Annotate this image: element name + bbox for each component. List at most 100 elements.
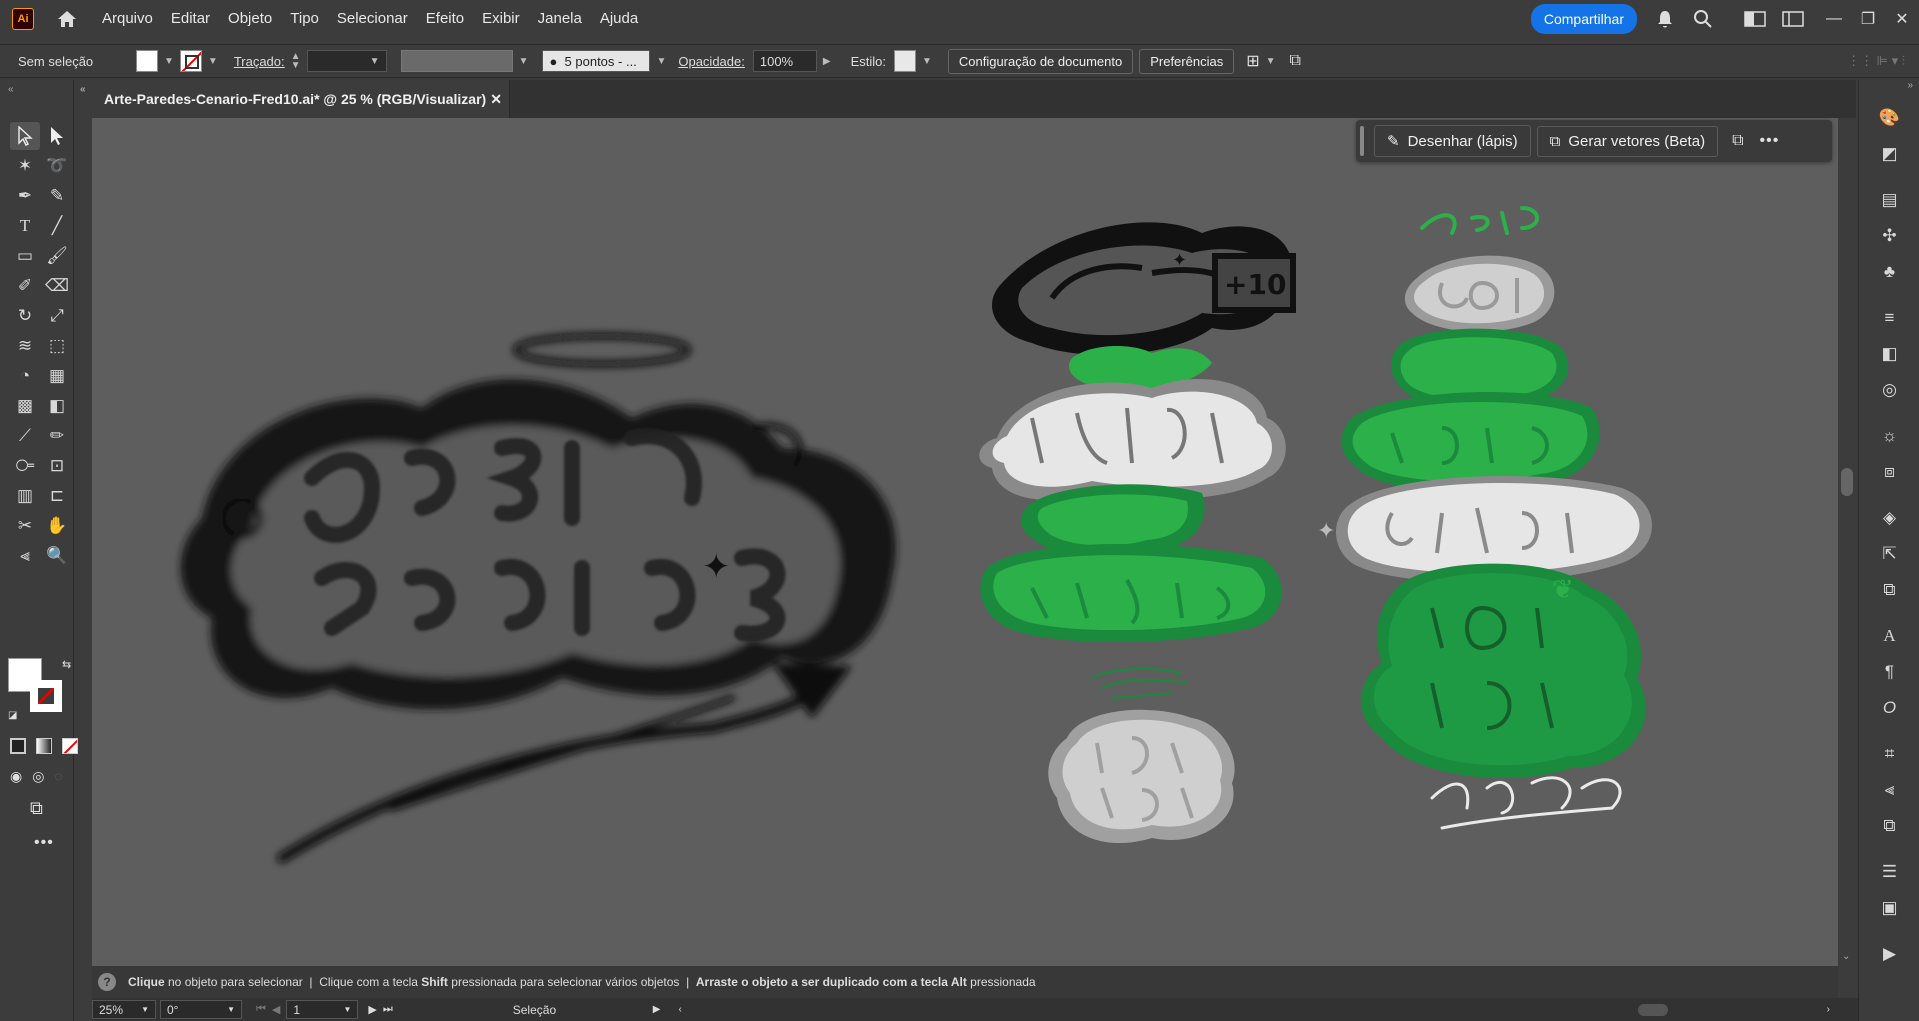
pen-tool-icon[interactable]: ✒ — [10, 182, 40, 210]
layers-panel-icon[interactable]: ◈ — [1859, 500, 1919, 536]
chevron-down-icon[interactable]: ⌄ — [1842, 951, 1850, 962]
menu-efeito[interactable]: Efeito — [426, 10, 464, 27]
rotation-dropdown[interactable]: 0° ▼ — [160, 1000, 242, 1019]
menu-tipo[interactable]: Tipo — [290, 10, 319, 27]
symbol-sprayer-tool-icon[interactable]: ⊡ — [42, 452, 72, 480]
libraries-panel-icon[interactable]: ▣ — [1859, 890, 1919, 926]
document-setup-button[interactable]: Configuração de documento — [947, 48, 1134, 74]
scroll-left-icon[interactable]: ‹ — [678, 1004, 681, 1015]
restore-icon[interactable]: ❐ — [1851, 9, 1885, 29]
vertical-scrollbar[interactable]: ⌄ — [1838, 118, 1856, 966]
artboard-canvas[interactable]: ✦ +10 ✦ ✦ ❦ — [92, 118, 1838, 966]
desim-pedidos-tag[interactable]: ✦ — [180, 333, 896, 863]
column-graph-tool-icon[interactable]: ▥ — [10, 482, 40, 510]
menu-ajuda[interactable]: Ajuda — [600, 10, 638, 27]
mesh-tool-icon[interactable]: ▩ — [10, 392, 40, 420]
none-mode-icon[interactable] — [62, 738, 78, 754]
gradient-mode-icon[interactable] — [36, 738, 52, 754]
desime-green-script[interactable] — [1420, 206, 1539, 235]
close-window-icon[interactable]: ✕ — [1885, 9, 1919, 29]
green-scribble[interactable] — [1091, 667, 1188, 699]
align-icon[interactable]: ⊞ — [1246, 51, 1259, 71]
close-tab-icon[interactable]: ✕ — [490, 91, 502, 108]
menu-objeto[interactable]: Objeto — [228, 10, 272, 27]
document-tab[interactable]: « Arte-Paredes-Cenario-Fred10.ai* @ 25 %… — [76, 80, 510, 118]
screen-mode-icon[interactable]: ⧉ — [30, 798, 43, 819]
more-tools-icon[interactable]: ••• — [34, 834, 54, 852]
joga-bola-grey-tag[interactable] — [1048, 709, 1235, 844]
properties-panel-icon[interactable]: ☰ — [1859, 854, 1919, 890]
lasso-tool-icon[interactable]: ➰ — [42, 152, 72, 180]
direct-selection-tool-icon[interactable] — [42, 122, 72, 150]
draw-behind-icon[interactable]: ◎ — [32, 768, 44, 785]
swatches-panel-icon[interactable]: ▤ — [1859, 182, 1919, 218]
type-tool-icon[interactable]: T — [10, 212, 40, 240]
shape-builder-tool-icon[interactable]: ◔ — [10, 362, 40, 390]
last-artboard-icon[interactable]: ⏭ — [383, 1003, 393, 1016]
graphic-styles-icon[interactable]: ⧈ — [1859, 454, 1919, 490]
more-options-icon[interactable]: ••• — [1760, 132, 1780, 150]
workspace-icon[interactable] — [1779, 5, 1807, 33]
transform-panel-icon[interactable]: ⌗ — [1859, 736, 1919, 772]
stepper-icon[interactable]: ▲ ▼ — [291, 52, 301, 71]
menu-exibir[interactable]: Exibir — [482, 10, 520, 27]
play-icon[interactable]: ▶ — [653, 1004, 661, 1015]
artboards-panel-icon[interactable]: ⧉ — [1859, 572, 1919, 608]
chevron-down-icon[interactable]: ▼ — [208, 56, 218, 67]
pin-bar-icon[interactable]: ⧉ — [1732, 132, 1743, 150]
color-panel-icon[interactable]: 🎨 — [1859, 100, 1919, 136]
preferences-button[interactable]: Preferências — [1139, 48, 1235, 74]
color-mode-icon[interactable] — [10, 738, 26, 754]
chevron-down-icon[interactable]: ▼ — [519, 56, 529, 67]
home-icon[interactable] — [54, 6, 80, 32]
share-button[interactable]: Compartilhar — [1530, 3, 1637, 34]
arrange-documents-icon[interactable] — [1741, 5, 1769, 33]
horizontal-scroll-thumb[interactable] — [1638, 1003, 1668, 1016]
magic-wand-tool-icon[interactable]: ✶ — [10, 152, 40, 180]
previous-artboard-icon[interactable]: ◀ — [272, 1003, 280, 1016]
stroke-swatch[interactable] — [179, 50, 202, 72]
minimize-icon[interactable]: — — [1817, 10, 1851, 28]
menu-janela[interactable]: Janela — [538, 10, 582, 27]
symbols-panel-icon[interactable]: ♣ — [1859, 254, 1919, 290]
zoom-dropdown[interactable]: 25% ▼ — [92, 1000, 156, 1019]
joga-bola-green-tag[interactable]: ❦ — [1361, 563, 1646, 778]
zueira-tag[interactable] — [980, 484, 1282, 643]
hand-tool-icon[interactable]: ✋ — [42, 512, 72, 540]
measure-tool-icon[interactable]: ✏ — [42, 422, 72, 450]
style-swatch[interactable] — [893, 50, 916, 72]
scale-tool-icon[interactable]: ⤢ — [42, 302, 72, 330]
paintbrush-tool-icon[interactable]: 🖌 — [42, 242, 72, 270]
next-artboard-icon[interactable]: ▶ — [368, 1003, 376, 1016]
free-transform-tool-icon[interactable]: ⬚ — [42, 332, 72, 360]
time-tag[interactable] — [1341, 328, 1600, 492]
gradient-panel-icon[interactable]: ◧ — [1859, 336, 1919, 372]
actions-play-icon[interactable]: ▶ — [1859, 936, 1919, 972]
collapse-icon[interactable]: « — [8, 84, 14, 95]
rectangle-tool-icon[interactable]: ▭ — [10, 242, 40, 270]
fill-swatch[interactable] — [136, 50, 158, 72]
pathfinder-panel-icon[interactable]: ⧉ — [1859, 808, 1919, 844]
collapse-icon[interactable]: « — [80, 84, 86, 95]
blend-tool-icon[interactable]: ⧃ — [10, 452, 40, 480]
futebol-tag[interactable] — [979, 379, 1286, 500]
chevron-down-icon[interactable]: ▼ — [1266, 56, 1276, 67]
variable-width-dropdown[interactable] — [400, 50, 513, 72]
draw-normal-icon[interactable]: ◉ — [10, 768, 22, 785]
menu-selecionar[interactable]: Selecionar — [337, 10, 408, 27]
brushes-panel-icon[interactable]: ✣ — [1859, 218, 1919, 254]
opentype-panel-icon[interactable]: O — [1859, 690, 1919, 726]
eraser-tool-icon[interactable]: ⌫ — [42, 272, 72, 300]
first-artboard-icon[interactable]: ⏮ — [256, 1003, 266, 1016]
menu-arquivo[interactable]: Arquivo — [102, 10, 153, 27]
slice-tool-icon[interactable]: ✂ — [10, 512, 40, 540]
default-colors-icon[interactable]: ◪ — [8, 710, 17, 721]
panel-options-icon[interactable]: ⋮⋮ ⊫ ▾ ⫶ — [1847, 53, 1905, 69]
stroke-color-swatch[interactable] — [30, 680, 62, 712]
asset-export-icon[interactable]: ⇱ — [1859, 536, 1919, 572]
stroke-panel-icon[interactable]: ≡ — [1859, 300, 1919, 336]
width-tool-icon[interactable]: ≋ — [10, 332, 40, 360]
chevron-down-icon[interactable]: ▼ — [922, 56, 932, 67]
draw-inside-icon[interactable]: ◌ — [54, 768, 62, 785]
help-icon[interactable]: ? — [98, 973, 116, 991]
